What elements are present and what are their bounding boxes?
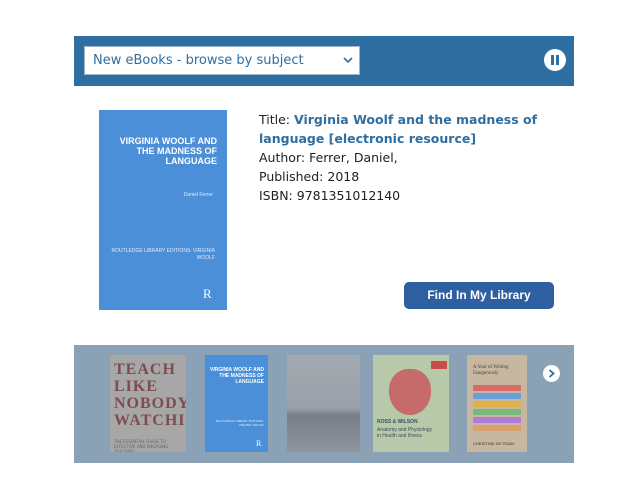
cover-title: VIRGINIA WOOLF AND THE MADNESS OF LANGUA… bbox=[119, 136, 217, 166]
publisher-logo: R bbox=[203, 286, 212, 301]
title-link[interactable]: Virginia Woolf and the madness of langua… bbox=[259, 112, 537, 146]
book-details: Title: Virginia Woolf and the madness of… bbox=[259, 110, 559, 205]
carousel-book-1-title: TEACH LIKE NOBODY'S WATCHING bbox=[114, 361, 186, 429]
subject-select[interactable]: New eBooks - browse by subject bbox=[84, 46, 360, 75]
carousel-book-5-author: CHRISTINE DE PIZAN bbox=[473, 441, 515, 446]
cover-series: ROUTLEDGE LIBRARY EDITIONS: VIRGINIA WOO… bbox=[111, 248, 215, 261]
carousel-book-5-title: A Year of Writing Dangerously bbox=[473, 365, 509, 376]
featured-book-cover[interactable]: VIRGINIA WOOLF AND THE MADNESS OF LANGUA… bbox=[99, 110, 227, 310]
carousel-book-4[interactable]: ROSS & WILSON Anatomy and Physiology in … bbox=[373, 355, 449, 452]
carousel-book-2-series: ROUTLEDGE LIBRARY EDITIONS: VIRGINIA WOO… bbox=[215, 419, 264, 427]
published-value: 2018 bbox=[327, 169, 360, 184]
widget-toolbar: New eBooks - browse by subject bbox=[74, 36, 574, 86]
pause-button[interactable] bbox=[544, 49, 566, 71]
isbn-value: 9781351012140 bbox=[296, 188, 401, 203]
subject-select-value: New eBooks - browse by subject bbox=[93, 53, 304, 68]
carousel-book-1[interactable]: TEACH LIKE NOBODY'S WATCHING THE ESSENTI… bbox=[110, 355, 186, 452]
chevron-down-icon bbox=[343, 57, 353, 64]
carousel-book-2[interactable]: VIRGINIA WOOLF AND THE MADNESS OF LANGUA… bbox=[205, 355, 268, 452]
carousel-next-button[interactable] bbox=[543, 365, 560, 382]
cover-author: Daniel Ferrer bbox=[183, 192, 213, 198]
pause-icon bbox=[551, 55, 554, 65]
carousel-book-4-subtitle: Anatomy and Physiology in Health and Ill… bbox=[377, 427, 433, 439]
isbn-row: ISBN: 9781351012140 bbox=[259, 186, 559, 205]
carousel-book-2-title: VIRGINIA WOOLF AND THE MADNESS OF LANGUA… bbox=[209, 367, 264, 385]
find-in-library-button[interactable]: Find In My Library bbox=[404, 282, 554, 309]
book-carousel: TEACH LIKE NOBODY'S WATCHING THE ESSENTI… bbox=[74, 345, 574, 463]
heart-illustration bbox=[389, 369, 431, 415]
edition-tag bbox=[431, 361, 447, 369]
author-value: Ferrer, Daniel, bbox=[309, 150, 398, 165]
carousel-book-5[interactable]: A Year of Writing Dangerously CHRISTINE … bbox=[467, 355, 527, 452]
carousel-book-4-title: ROSS & WILSON bbox=[377, 419, 418, 425]
author-label: Author: bbox=[259, 150, 306, 165]
published-row: Published: 2018 bbox=[259, 167, 559, 186]
carousel-book-3[interactable] bbox=[287, 355, 360, 452]
isbn-label: ISBN: bbox=[259, 188, 293, 203]
author-row: Author: Ferrer, Daniel, bbox=[259, 148, 559, 167]
carousel-book-1-subtitle: THE ESSENTIAL GUIDE TO EFFECTIVE AND ENG… bbox=[114, 439, 169, 452]
chevron-right-icon bbox=[548, 369, 555, 378]
carousel-book-2-logo: R bbox=[256, 439, 262, 448]
title-row: Title: Virginia Woolf and the madness of… bbox=[259, 110, 559, 148]
published-label: Published: bbox=[259, 169, 324, 184]
title-label: Title: bbox=[259, 112, 290, 127]
